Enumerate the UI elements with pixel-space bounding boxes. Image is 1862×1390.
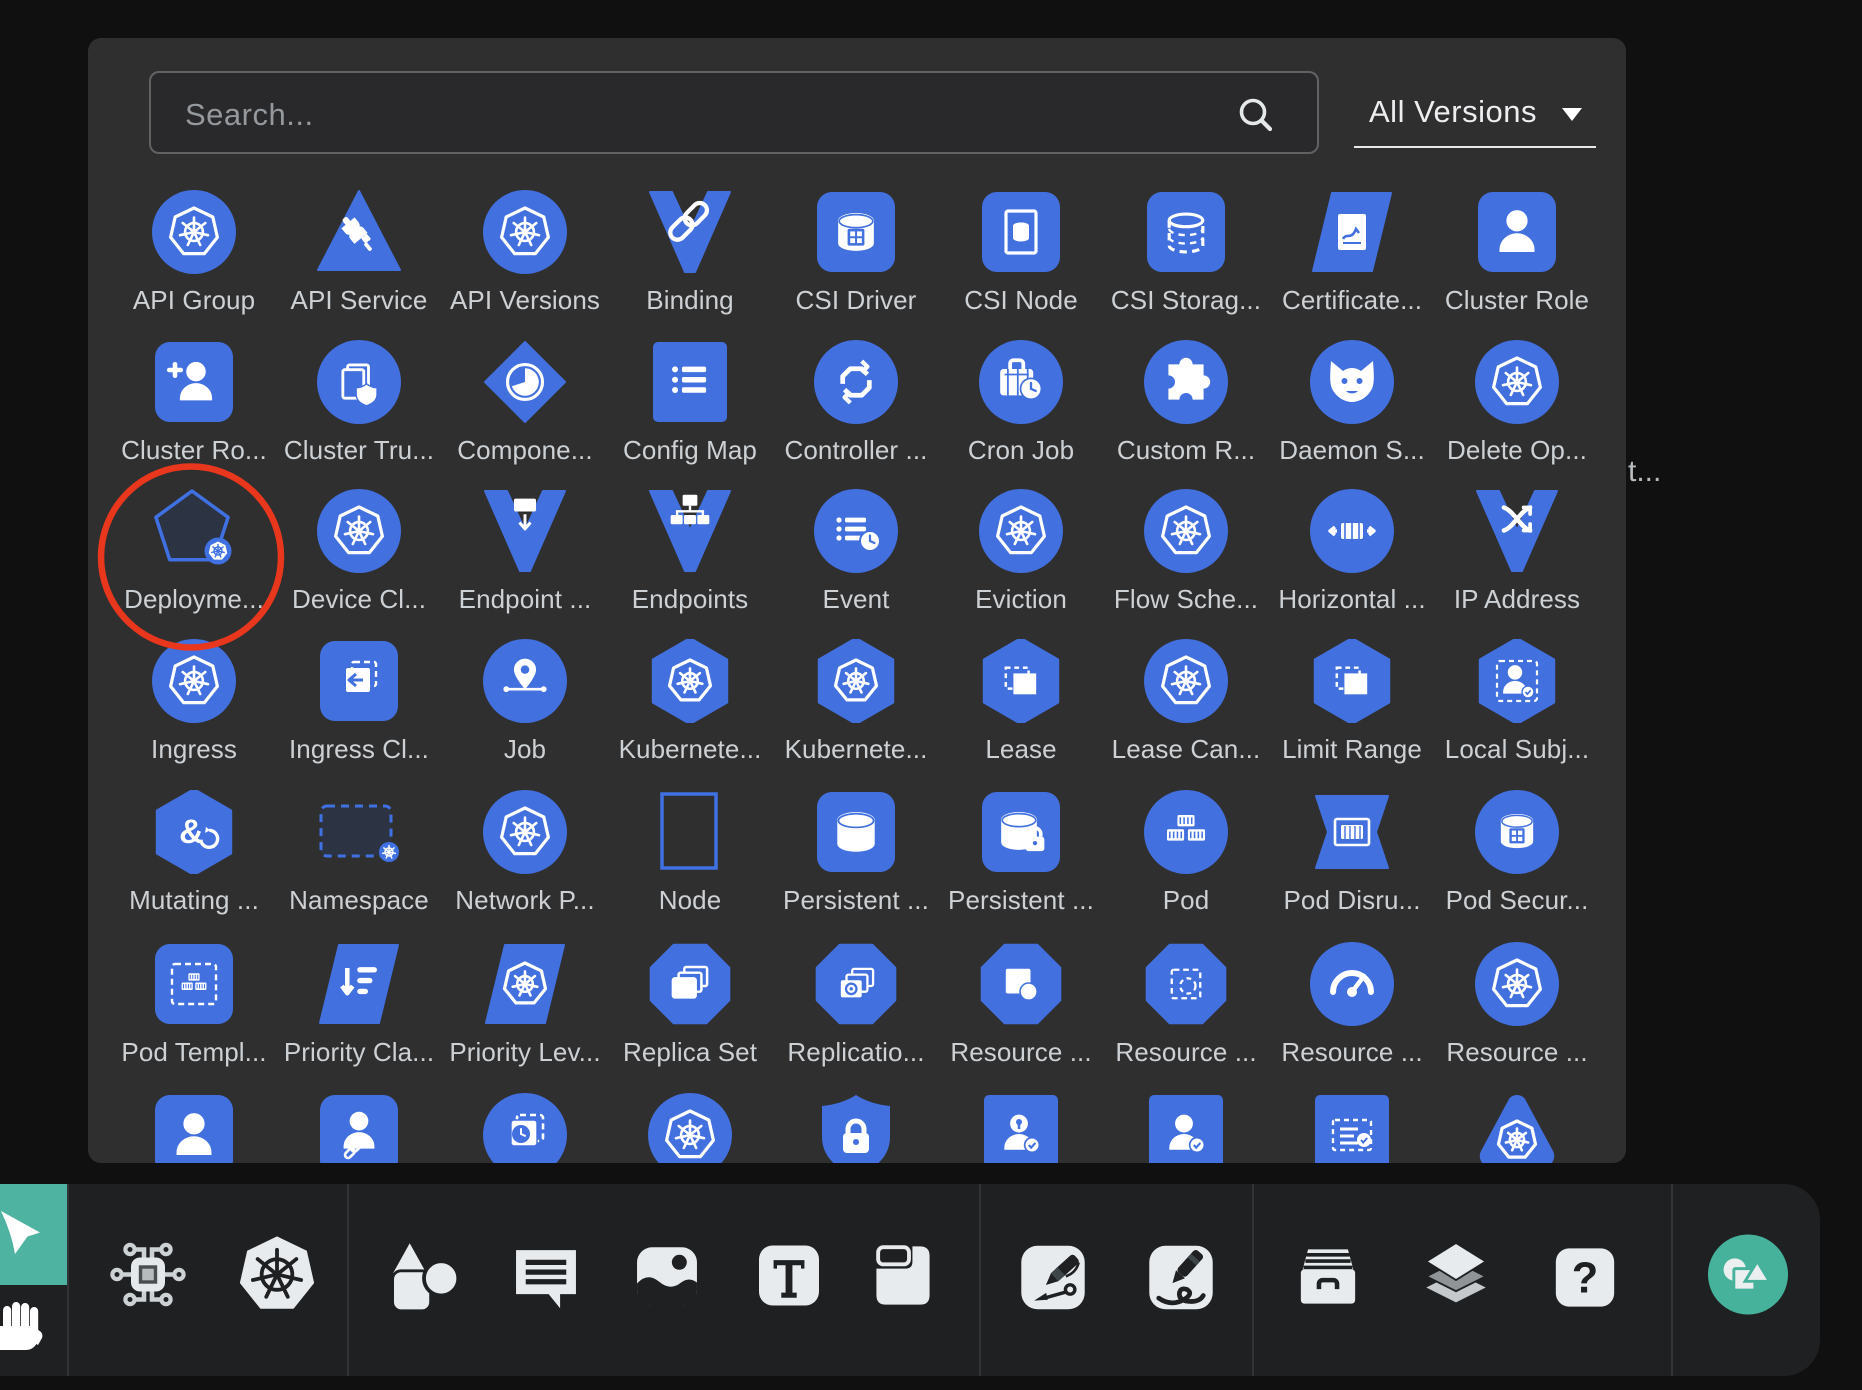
svg-text:?: ? xyxy=(1572,1255,1598,1303)
svg-text:&: & xyxy=(179,813,204,851)
